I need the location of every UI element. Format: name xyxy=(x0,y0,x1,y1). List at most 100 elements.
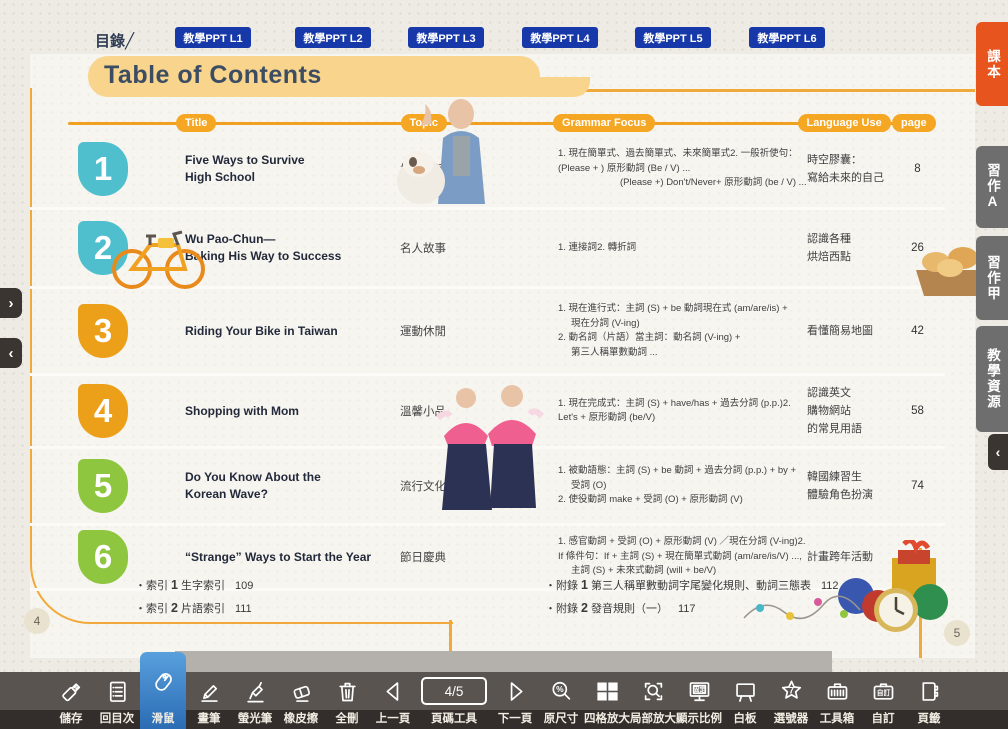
toolbar-usb-save-button[interactable]: 儲存 xyxy=(48,672,94,729)
ppt-button-l4[interactable]: 教學PPT L4 xyxy=(522,27,598,48)
page-indicator-value: 4/5 xyxy=(421,677,487,705)
toolbar-quad-zoom-button[interactable]: 四格放大 xyxy=(584,672,630,729)
toolbar-label: 原尺寸 xyxy=(544,710,579,729)
svg-text:%: % xyxy=(556,684,564,694)
column-header-topic: Topic xyxy=(401,114,448,132)
page-indicator-box: 4/5 xyxy=(416,672,492,710)
arrow-right-icon xyxy=(492,672,538,710)
lesson-language-use: 認識各種烘焙西點 xyxy=(807,230,895,266)
index-entry[interactable]: ・附錄2發音規則（一）117 xyxy=(545,597,839,620)
ppt-button-l1[interactable]: 教學PPT L1 xyxy=(175,27,251,48)
lesson-row-4[interactable]: 4Shopping with Mom溫馨小品1. 現在完成式：主詞 (S) + … xyxy=(30,376,945,449)
panel-next-button[interactable]: › xyxy=(0,288,22,318)
lesson-row-3[interactable]: 3 Riding Your Bike in Taiwan運動休閒1. 現在進行式：… xyxy=(30,289,945,376)
lesson-number-badge: 5 xyxy=(78,459,128,513)
lesson-row-2[interactable]: 2Wu Pao-Chun—Baking His Way to Success名人… xyxy=(30,210,945,289)
lesson-table: 1 Five Ways to SurviveHigh School校園生活 1. 現… xyxy=(30,131,945,591)
lesson-grammar-focus: 1. 連接詞2. 轉折詞 xyxy=(558,241,807,256)
toolbar-label: 儲存 xyxy=(60,710,83,729)
index-entry[interactable]: ・附錄1第三人稱單數動詞字尾變化規則、動詞三態表112 xyxy=(545,574,839,597)
toolbar: 儲存回目次滑鼠畫筆螢光筆橡皮擦全刪上一頁4/5頁碼工具下一頁%原尺寸四格放大局部… xyxy=(0,672,1008,729)
toolbar-label: 頁碼工具 xyxy=(431,710,477,729)
lesson-number-badge: 3 xyxy=(78,304,128,358)
svg-text:固定: 固定 xyxy=(693,684,706,693)
toolbar-label: 橡皮擦 xyxy=(284,710,319,729)
lesson-grammar-focus: 1. 現在進行式：主詞 (S) + be 動詞現在式 (am/are/is) +… xyxy=(558,302,807,360)
trash-icon xyxy=(324,672,370,710)
toolbar-label: 四格放大 xyxy=(584,710,630,729)
toolbar-label: 局部放大 xyxy=(630,710,676,729)
quad-zoom-icon xyxy=(584,672,630,710)
index-list-left: ・索引1生字索引109・索引2片語索引111 xyxy=(135,574,253,620)
lesson-title: Do You Know About theKorean Wave? xyxy=(185,469,400,503)
lesson-number-badge: 2 xyxy=(78,221,128,275)
arrow-left-icon xyxy=(370,672,416,710)
index-entry[interactable]: ・索引2片語索引111 xyxy=(135,597,253,620)
toolbar-highlighter-button[interactable]: 螢光筆 xyxy=(232,672,278,729)
ppt-button-l5[interactable]: 教學PPT L5 xyxy=(635,27,711,48)
lesson-language-use: 韓國練習生體驗角色扮演 xyxy=(807,468,895,504)
toolbar-number-picker-button[interactable]: 7選號器 xyxy=(768,672,814,729)
lesson-topic: 溫馨小品 xyxy=(400,403,558,419)
lesson-title: Wu Pao-Chun—Baking His Way to Success xyxy=(185,231,400,265)
sidebar-tab-2[interactable]: 習作A xyxy=(976,146,1008,228)
usb-save-icon xyxy=(48,672,94,710)
toolbar-label: 顯示比例 xyxy=(676,710,722,729)
toolbar-trash-button[interactable]: 全刪 xyxy=(324,672,370,729)
toolbar-page-indicator-button[interactable]: 4/5 頁碼工具 xyxy=(416,672,492,729)
lesson-page-number: 92 xyxy=(895,551,940,563)
lesson-number-badge: 1 xyxy=(78,142,128,196)
lesson-topic: 校園生活 xyxy=(400,161,558,177)
toolbar-eraser-button[interactable]: 橡皮擦 xyxy=(278,672,324,729)
lesson-page-number: 42 xyxy=(895,325,940,337)
ppt-button-l3[interactable]: 教學PPT L3 xyxy=(408,27,484,48)
svg-text:自訂: 自訂 xyxy=(876,687,890,696)
toolbar-label: 畫筆 xyxy=(198,710,221,729)
lesson-page-number: 26 xyxy=(895,242,940,254)
lesson-row-1[interactable]: 1Five Ways to SurviveHigh School校園生活1. 現… xyxy=(30,131,945,210)
toolbar-label: 下一頁 xyxy=(498,710,533,729)
toolbar-label: 上一頁 xyxy=(376,710,411,729)
lesson-title: Five Ways to SurviveHigh School xyxy=(185,152,400,186)
ppt-button-l6[interactable]: 教學PPT L6 xyxy=(749,27,825,48)
lesson-grammar-focus: 1. 現在完成式：主詞 (S) + have/has + 過去分詞 (p.p.)… xyxy=(558,397,807,426)
sidebar-collapse-button[interactable]: ‹ xyxy=(988,434,1008,470)
ppt-button-l2[interactable]: 教學PPT L2 xyxy=(295,27,371,48)
toolbar-pen-button[interactable]: 畫筆 xyxy=(186,672,232,729)
toc-page-icon xyxy=(94,672,140,710)
toolbar-whiteboard-button[interactable]: 白板 xyxy=(722,672,768,729)
lesson-title: Riding Your Bike in Taiwan xyxy=(185,323,400,340)
breadcrumb: 目錄╱ xyxy=(95,30,134,51)
toolbar-zoom-percent-button[interactable]: % 原尺寸 xyxy=(538,672,584,729)
toolbar-region-zoom-button[interactable]: 局部放大 xyxy=(630,672,676,729)
panel-prev-button[interactable]: ‹ xyxy=(0,338,22,368)
toolbar-arrow-right-button[interactable]: 下一頁 xyxy=(492,672,538,729)
sidebar-tab-3[interactable]: 習作甲 xyxy=(976,236,1008,320)
sidebar-tab-1[interactable]: 課本 xyxy=(976,22,1008,106)
column-header-page: page xyxy=(892,114,936,132)
lesson-page-number: 74 xyxy=(895,480,940,492)
toolbar-toc-page-button[interactable]: 回目次 xyxy=(94,672,140,729)
toolbar-tray xyxy=(175,651,832,672)
index-entry[interactable]: ・索引1生字索引109 xyxy=(135,574,253,597)
toolbar-display-ratio-button[interactable]: 固定顯示比例 xyxy=(676,672,722,729)
lesson-topic: 運動休閒 xyxy=(400,323,558,339)
toolbar-custom-toolbox-button[interactable]: 自訂自訂 xyxy=(860,672,906,729)
lesson-language-use: 計畫跨年活動 xyxy=(807,548,895,566)
pen-icon xyxy=(186,672,232,710)
mouse-icon xyxy=(140,652,186,710)
toolbar-arrow-left-button[interactable]: 上一頁 xyxy=(370,672,416,729)
number-picker-icon: 7 xyxy=(768,672,814,710)
toolbar-bookmark-tabs-button[interactable]: 頁籤 xyxy=(906,672,952,729)
toolbar-toolbox-button[interactable]: 工具箱 xyxy=(814,672,860,729)
toolbar-mouse-button[interactable]: 滑鼠 xyxy=(140,652,186,729)
lesson-row-5[interactable]: 5Do You Know About theKorean Wave?流行文化1.… xyxy=(30,449,945,526)
display-ratio-icon: 固定 xyxy=(676,672,722,710)
toolbox-icon xyxy=(814,672,860,710)
lesson-grammar-focus: 1. 被動語態：主詞 (S) + be 動詞 + 過去分詞 (p.p.) + b… xyxy=(558,464,807,508)
zoom-percent-icon: % xyxy=(538,672,584,710)
sidebar-tab-4[interactable]: 教學資源 xyxy=(976,326,1008,432)
toolbar-label: 螢光筆 xyxy=(238,710,273,729)
title-highlight-tail xyxy=(510,77,590,97)
lesson-number-badge: 4 xyxy=(78,384,128,438)
